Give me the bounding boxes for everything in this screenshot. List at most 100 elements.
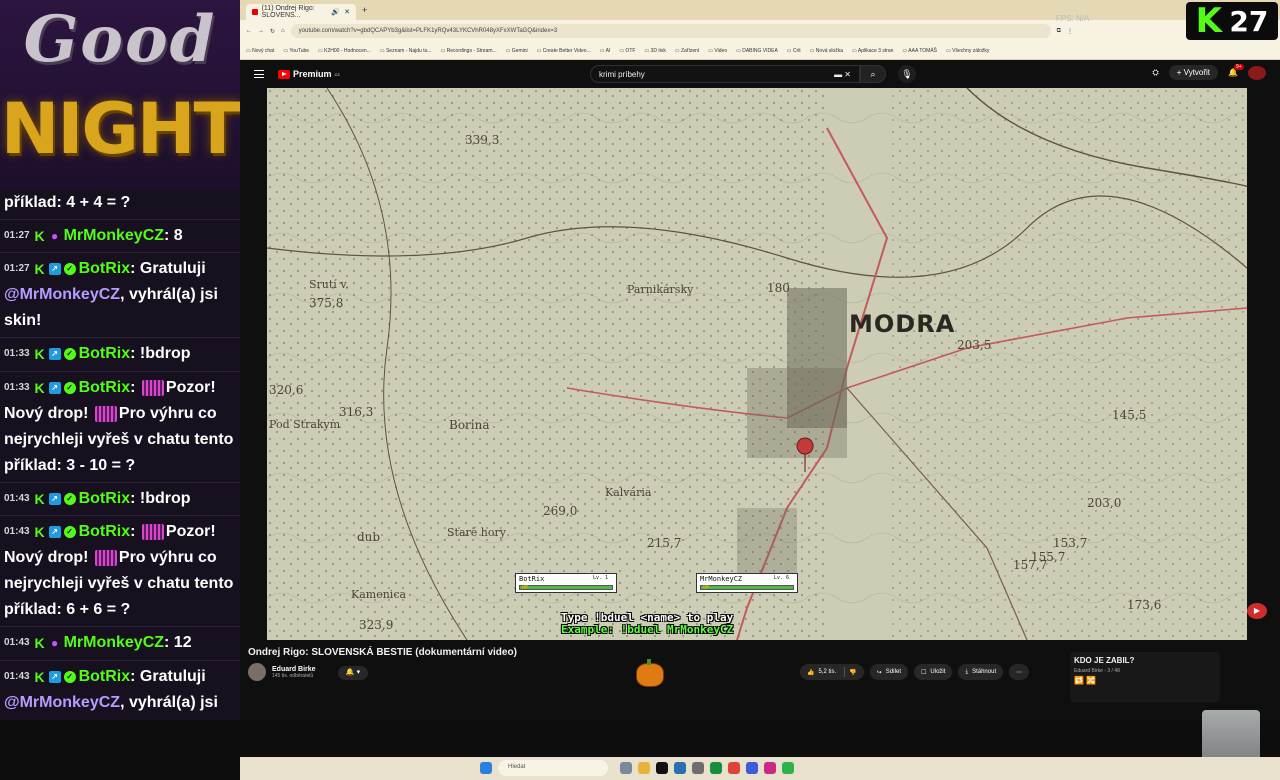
tiktok-icon[interactable] bbox=[656, 762, 668, 774]
cast-icon[interactable]: ⛭ bbox=[1152, 68, 1158, 78]
duel-player2-level: Lv. 6 bbox=[773, 575, 789, 581]
chat-username[interactable]: BotRix bbox=[79, 668, 131, 685]
file-explorer-icon[interactable] bbox=[638, 762, 650, 774]
channel-avatar[interactable] bbox=[248, 663, 266, 681]
chat-username[interactable]: BotRix bbox=[79, 379, 131, 396]
chrome-icon[interactable] bbox=[728, 762, 740, 774]
settings-icon[interactable] bbox=[692, 762, 704, 774]
chat-username[interactable]: BotRix bbox=[79, 523, 131, 540]
chat-message: 01:43 K ↗ ✓ BotRix: Pozor! Nový drop! Pro vý… bbox=[0, 519, 240, 623]
like-button[interactable]: 👍 5,2 tis. 👎 bbox=[800, 664, 864, 680]
download-label: Stáhnout bbox=[972, 669, 997, 675]
chat-message: 01:33 K ↗ ✓ BotRix: Pozor! Nový drop! Pro vý… bbox=[0, 375, 240, 479]
bookmark-item[interactable]: ▭ Seznam - Najdu tu... bbox=[380, 48, 432, 54]
chat-username[interactable]: MrMonkeyCZ bbox=[64, 635, 164, 652]
voice-search-icon[interactable]: 🎙 bbox=[898, 65, 916, 83]
share-button[interactable]: ↪ Sdílet bbox=[869, 664, 909, 680]
notifications-icon[interactable]: 🔔 9+ bbox=[1228, 64, 1244, 77]
menu-icon[interactable]: ⋮ bbox=[1067, 28, 1073, 35]
bookmark-item[interactable]: ▭ AAA TOMÁŠ bbox=[902, 48, 937, 54]
chat-text: : Gratuluji bbox=[130, 667, 206, 685]
chat-username[interactable]: MrMonkeyCZ bbox=[64, 227, 164, 244]
account-avatar[interactable] bbox=[1248, 65, 1266, 80]
bookmark-item[interactable]: ▭ 3D tisk bbox=[644, 48, 665, 54]
bookmark-item[interactable]: ▭ DABING VIDEA bbox=[736, 48, 778, 54]
forward-icon[interactable]: → bbox=[258, 28, 264, 34]
mic-badge-icon: ● bbox=[50, 636, 59, 651]
kick-badge-icon: K bbox=[34, 490, 45, 507]
verified-badge-icon: ✓ bbox=[63, 670, 76, 683]
playlist-card[interactable]: KDO JE ZABIL? Eduard Birke - 3 / 48 🔁 🔀 bbox=[1070, 652, 1220, 702]
bookmark-item[interactable]: ▭ Nový chat bbox=[246, 48, 274, 54]
youtube-logo[interactable]: Premium CZ bbox=[278, 69, 340, 79]
chat-divider bbox=[0, 515, 240, 517]
play-app-icon[interactable] bbox=[782, 762, 794, 774]
chat-divider bbox=[0, 626, 240, 628]
audio-icon[interactable]: 🔊 bbox=[331, 8, 340, 16]
subscription-bell-icon[interactable]: 🔔 ▾ bbox=[338, 666, 368, 680]
app-icon[interactable] bbox=[764, 762, 776, 774]
extensions-icon[interactable]: ⧉ bbox=[1057, 28, 1061, 35]
bookmark-item[interactable]: ▭ Zařízení bbox=[675, 48, 699, 54]
bookmark-item[interactable]: ▭ Aplikace 3 stran bbox=[852, 48, 893, 54]
back-icon[interactable]: ← bbox=[246, 28, 252, 34]
channel-name[interactable]: Eduard Birke bbox=[272, 666, 316, 673]
bookmark-item[interactable]: ▭ K2H00 - Hodnocen... bbox=[318, 48, 371, 54]
save-label: Uložit bbox=[930, 669, 946, 675]
map-label: 153,7 bbox=[1053, 536, 1088, 550]
youtube-logo-country: CZ bbox=[334, 71, 340, 77]
obs-icon[interactable] bbox=[746, 762, 758, 774]
map-label: Pod Strakym bbox=[269, 418, 341, 431]
chat-mention[interactable]: @MrMonkeyCZ bbox=[4, 694, 120, 711]
download-icon: ⤓ bbox=[965, 668, 969, 675]
chat-username[interactable]: BotRix bbox=[79, 260, 131, 277]
duel-hp-label: HP bbox=[522, 585, 529, 591]
bookmark-item[interactable]: ▭ Video bbox=[708, 48, 727, 54]
chat-mention[interactable]: @MrMonkeyCZ bbox=[4, 286, 120, 303]
start-icon[interactable] bbox=[480, 762, 492, 774]
youtube-logo-text: Premium bbox=[293, 69, 332, 79]
verified-badge-icon: ✓ bbox=[63, 348, 76, 361]
create-button[interactable]: + Vytvořit bbox=[1168, 65, 1219, 80]
bookmark-item[interactable]: ▭ AI bbox=[600, 48, 611, 54]
more-actions-button[interactable]: ⋯ bbox=[1009, 664, 1030, 680]
bookmark-item[interactable]: ▭ Gemini bbox=[506, 48, 528, 54]
chat-emote-icon bbox=[94, 550, 117, 567]
chat-username[interactable]: BotRix bbox=[79, 490, 131, 507]
pumpkin-mascot-icon bbox=[636, 659, 664, 687]
loop-icon[interactable]: 🔁 bbox=[1074, 676, 1084, 685]
download-button[interactable]: ⤓ Stáhnout bbox=[958, 664, 1004, 680]
bookmark-item[interactable]: ▭ YouTube bbox=[283, 48, 309, 54]
save-button[interactable]: ☐ Uložit bbox=[914, 664, 953, 680]
bookmark-item[interactable]: ▭ Nová složka bbox=[810, 48, 843, 54]
video-player[interactable]: 339,3 Srutí v. 375,8 320,6 Pod Strakym 316,3 B… bbox=[267, 88, 1247, 640]
bookmark-item[interactable]: ▭ Všechny záložky bbox=[946, 48, 989, 54]
home-icon[interactable]: ⌂ bbox=[281, 28, 285, 34]
bookmark-item[interactable]: ▭ Crit bbox=[787, 48, 801, 54]
xbox-icon[interactable] bbox=[710, 762, 722, 774]
chat-message: 01:27 K ↗ ✓ BotRix: Gratuluji @MrMonkeyCZ, v… bbox=[0, 256, 240, 334]
store-icon[interactable] bbox=[674, 762, 686, 774]
bot-badge-icon: ↗ bbox=[48, 348, 61, 361]
task-view-icon[interactable] bbox=[620, 762, 632, 774]
hamburger-menu-icon[interactable] bbox=[254, 70, 264, 78]
clear-search-icon[interactable]: ▬ ✕ bbox=[834, 70, 851, 79]
shuffle-icon[interactable]: 🔀 bbox=[1086, 676, 1096, 685]
browser-tab[interactable]: (11) Ondrej Rigo: SLOVENS... 🔊 ✕ bbox=[246, 4, 356, 20]
new-tab-icon[interactable]: + bbox=[362, 5, 367, 15]
chat-divider bbox=[0, 659, 240, 661]
dislike-icon[interactable]: 👎 bbox=[849, 669, 856, 676]
youtube-overlay-play-icon[interactable]: ▶ bbox=[1247, 603, 1267, 619]
bookmark-item[interactable]: ▭ Recordings - Stream... bbox=[441, 48, 497, 54]
taskbar-search[interactable]: Hledat bbox=[498, 760, 608, 776]
kick-badge-icon: K bbox=[34, 524, 45, 541]
chat-username[interactable]: BotRix bbox=[79, 346, 131, 363]
bookmark-item[interactable]: ▭ OTF bbox=[619, 48, 635, 54]
search-button[interactable]: ⌕ bbox=[860, 65, 886, 83]
reload-icon[interactable]: ↻ bbox=[270, 28, 275, 35]
bookmark-item[interactable]: ▭ Create Better Video... bbox=[537, 48, 591, 54]
verified-badge-icon: ✓ bbox=[63, 492, 76, 505]
search-input[interactable]: krimi príbehy ▬ ✕ bbox=[590, 65, 860, 83]
address-bar[interactable]: youtube.com/watch?v=gbdQCAPYb3g&list=PLF… bbox=[290, 24, 1051, 38]
close-tab-icon[interactable]: ✕ bbox=[344, 8, 350, 16]
